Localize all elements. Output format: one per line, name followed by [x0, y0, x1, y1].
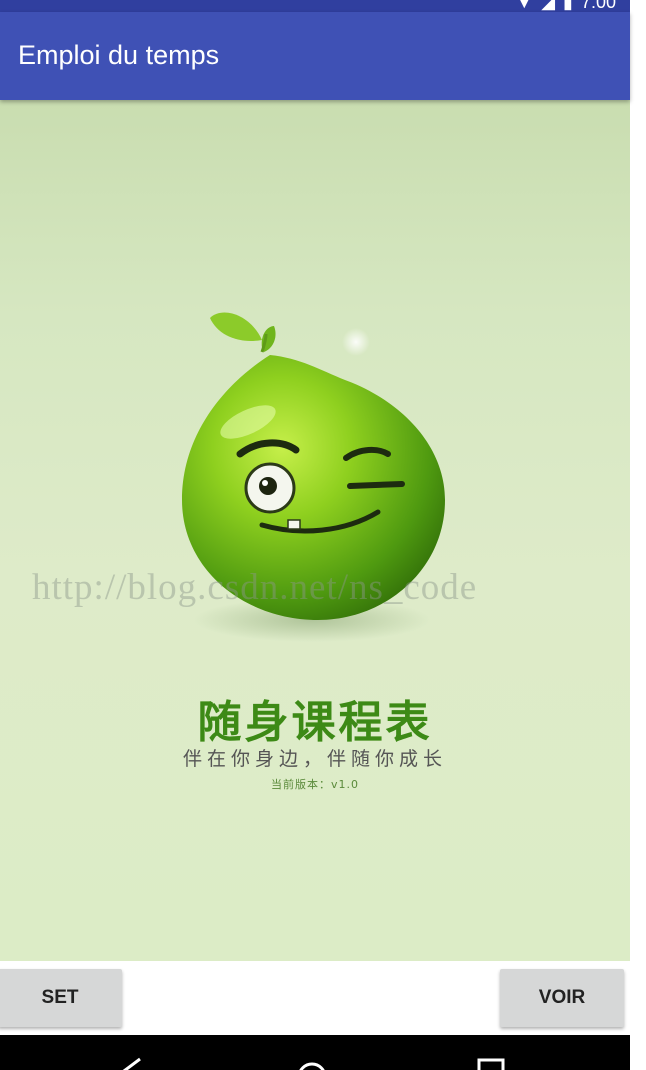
recents-icon: [477, 1058, 505, 1070]
signal-icon: ◢: [541, 0, 556, 12]
mascot-leaf-left: [210, 312, 262, 342]
status-time: 7:00: [580, 0, 616, 12]
mascot-left-glint: [262, 480, 268, 486]
app-bar: Emploi du temps: [0, 12, 630, 100]
status-bar: ▼ ◢ ▮ 7:00: [0, 0, 630, 12]
back-button[interactable]: [94, 1035, 174, 1070]
screen: ▼ ◢ ▮ 7:00 Emploi du temps http://blog.c…: [0, 0, 646, 1070]
mascot-right-eye: [347, 481, 405, 489]
watermark-text: http://blog.csdn.net/ns_code: [32, 567, 478, 608]
right-edge: [630, 0, 646, 1070]
app-title: Emploi du temps: [18, 40, 220, 70]
mascot-tooth: [287, 519, 301, 530]
green-drop-mascot: [182, 312, 445, 642]
app-window: ▼ ◢ ▮ 7:00 Emploi du temps http://blog.c…: [0, 0, 630, 1070]
splash-slogan: 伴在你身边，伴随你成长: [182, 748, 447, 770]
voir-button[interactable]: VOIR: [500, 969, 624, 1027]
recents-button[interactable]: [450, 1035, 530, 1070]
status-icons: ▼ ◢ ▮ 7:00: [515, 0, 616, 12]
mascot-glow: [342, 328, 370, 356]
splash-image: http://blog.csdn.net/ns_code 随身课程表 伴在你身边…: [0, 100, 630, 961]
mascot-left-pupil: [259, 477, 277, 495]
home-icon: [299, 1062, 325, 1070]
battery-icon: ▮: [563, 0, 573, 12]
home-button[interactable]: [272, 1035, 352, 1070]
button-row: SET VOIR: [0, 961, 630, 1035]
splash-version: 当前版本：v1.0: [270, 778, 359, 791]
back-icon: [122, 1057, 141, 1070]
splash-app-name: 随身课程表: [197, 697, 433, 748]
set-button[interactable]: SET: [0, 969, 122, 1027]
wifi-icon: ▼: [515, 0, 534, 12]
navigation-bar: [0, 1035, 630, 1070]
